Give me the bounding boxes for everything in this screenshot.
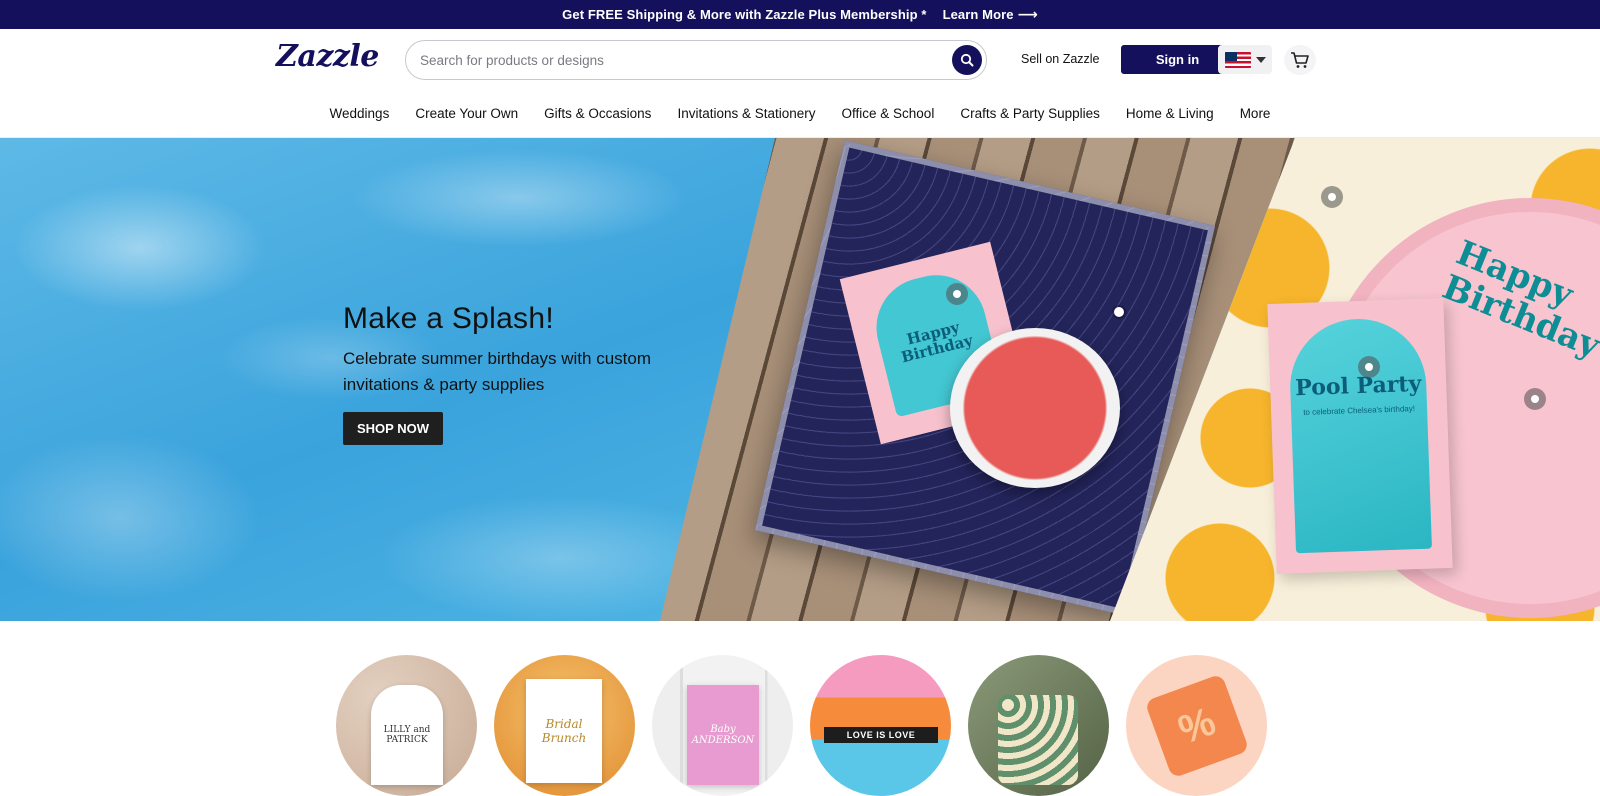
sell-on-zazzle-link[interactable]: Sell on Zazzle: [1021, 52, 1100, 66]
search-icon: [960, 53, 974, 67]
cart-icon: [1291, 52, 1309, 68]
invitation-pool: Pool Party to celebrate Chelsea's birthd…: [1287, 316, 1432, 554]
love-is-love-banner: LOVE IS LOVE: [824, 727, 938, 743]
hero-text-block: Make a Splash! Celebrate summer birthday…: [343, 302, 743, 445]
promo-text: Get FREE Shipping & More with Zazzle Plu…: [562, 7, 927, 22]
nav-item-office-school[interactable]: Office & School: [829, 106, 948, 121]
nav-item-gifts-occasions[interactable]: Gifts & Occasions: [531, 106, 664, 121]
product-hotspot[interactable]: [1524, 388, 1546, 410]
learn-more-label: Learn More: [942, 7, 1014, 22]
nav-item-weddings[interactable]: Weddings: [317, 106, 403, 121]
product-hotspot[interactable]: [1108, 301, 1130, 323]
search-input[interactable]: [420, 52, 940, 68]
nav-item-invitations-stationery[interactable]: Invitations & Stationery: [664, 106, 828, 121]
category-pride[interactable]: LOVE IS LOVE: [810, 655, 951, 796]
wedding-invite-card: LILLY and PATRICK: [371, 685, 443, 785]
category-weddings[interactable]: LILLY and PATRICK: [336, 655, 477, 796]
watermelon-bowl-image: [950, 328, 1120, 488]
nav-item-home-living[interactable]: Home & Living: [1113, 106, 1227, 121]
category-deals[interactable]: %: [1126, 655, 1267, 796]
hero-banner[interactable]: Happy Birthday Happy Birthday Pool Party…: [0, 138, 1600, 621]
promo-bar: Get FREE Shipping & More with Zazzle Plu…: [0, 0, 1600, 29]
invitation-card-image: Pool Party to celebrate Chelsea's birthd…: [1267, 298, 1453, 574]
cart-button[interactable]: [1284, 45, 1316, 75]
socks-image: [998, 695, 1078, 785]
learn-more-link[interactable]: Learn More ⟶: [943, 6, 1038, 23]
bridal-brunch-card: Bridal Brunch: [526, 679, 602, 783]
product-hotspot[interactable]: [1358, 356, 1380, 378]
chevron-down-icon: [1255, 56, 1266, 63]
invitation-title: Pool Party: [1294, 370, 1422, 402]
hero-title: Make a Splash!: [343, 302, 554, 335]
product-hotspot[interactable]: [946, 283, 968, 305]
zazzle-logo[interactable]: Zazzle: [276, 39, 379, 74]
search-button[interactable]: [952, 45, 982, 75]
category-baby[interactable]: Baby ANDERSON: [652, 655, 793, 796]
us-flag-icon: [1224, 51, 1251, 68]
locale-selector[interactable]: [1218, 45, 1272, 74]
category-bridal-brunch[interactable]: Bridal Brunch: [494, 655, 635, 796]
nav-item-create-your-own[interactable]: Create Your Own: [402, 106, 531, 121]
nav-item-crafts-party-supplies[interactable]: Crafts & Party Supplies: [947, 106, 1113, 121]
hero-subtitle: Celebrate summer birthdays with custom i…: [343, 349, 652, 394]
invitation-line: to celebrate Chelsea's birthday!: [1303, 404, 1416, 417]
shop-now-button[interactable]: SHOP NOW: [343, 412, 443, 445]
arrow-right-icon: ⟶: [1017, 6, 1038, 22]
main-nav: Weddings Create Your Own Gifts & Occasio…: [0, 90, 1600, 138]
category-circles: LILLY and PATRICK Bridal Brunch Baby AND…: [336, 655, 1267, 796]
site-header: Zazzle Sell on Zazzle Sign in: [0, 29, 1600, 90]
baby-sign-card: Baby ANDERSON: [687, 685, 759, 785]
search-bar: [405, 40, 987, 80]
percent-tag-icon: %: [1144, 673, 1250, 779]
product-hotspot[interactable]: [1321, 186, 1343, 208]
category-socks[interactable]: [968, 655, 1109, 796]
nav-item-more[interactable]: More: [1227, 106, 1284, 121]
